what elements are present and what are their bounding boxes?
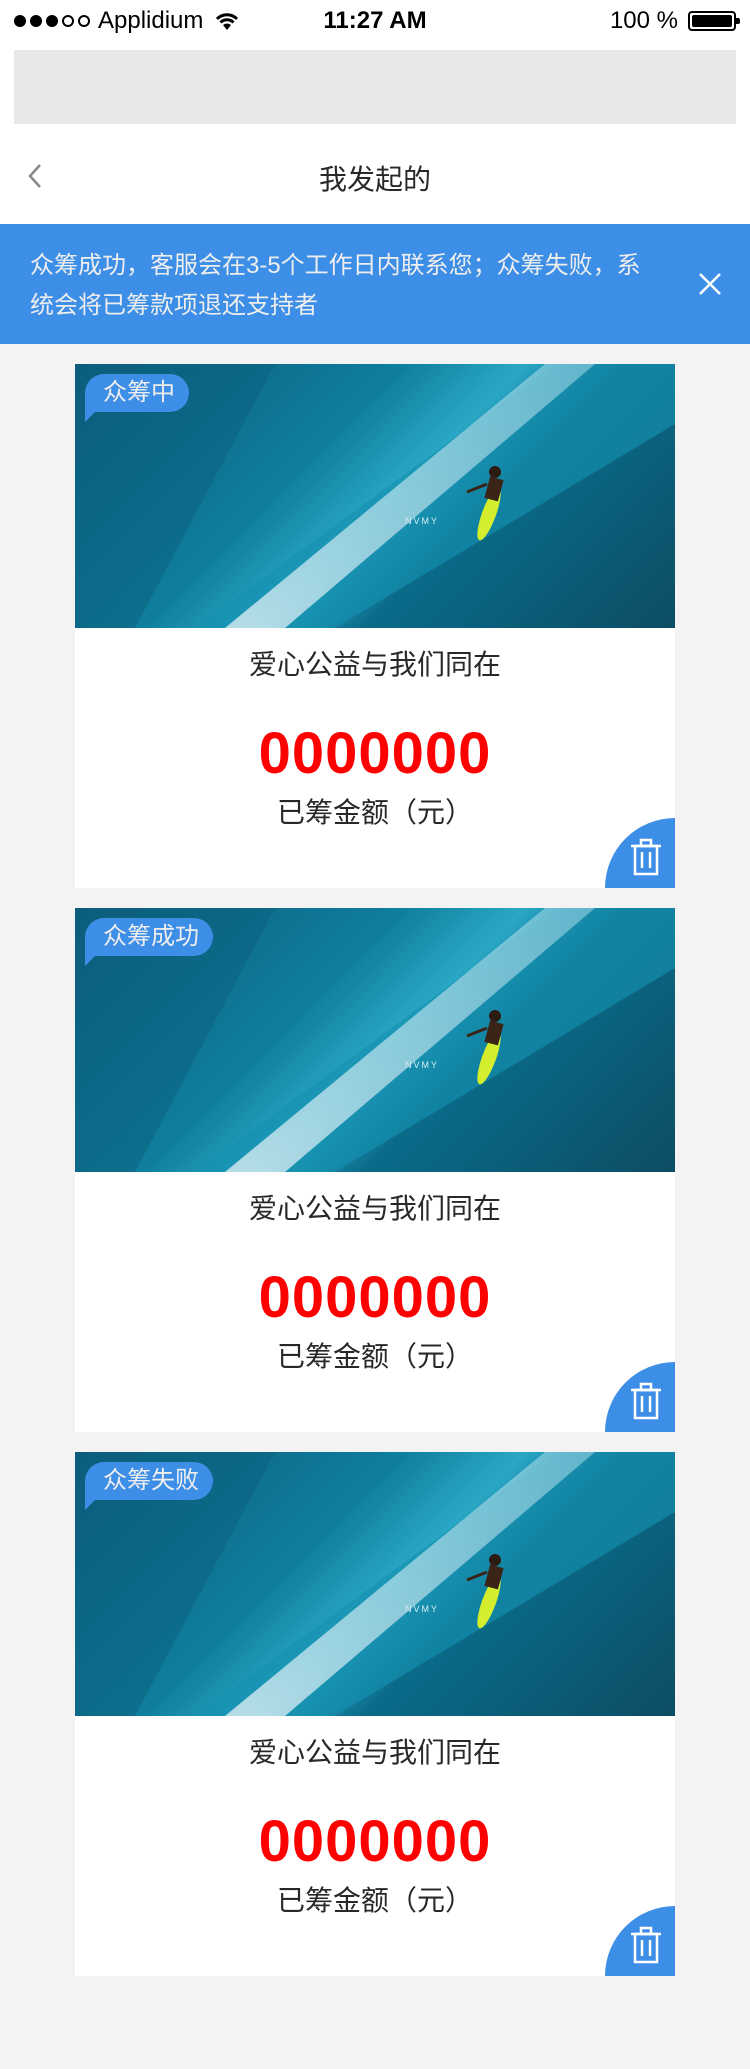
raised-amount-label: 已筹金额（元） <box>276 1341 473 1372</box>
raised-amount: 0000000 <box>258 721 492 786</box>
campaign-card[interactable]: NVMY 众筹成功 爱心公益与我们同在 0000000 已筹金额（元） <box>75 908 675 1432</box>
battery-percentage: 100 % <box>609 7 678 34</box>
close-icon[interactable] <box>698 272 722 296</box>
trash-icon <box>631 838 661 876</box>
header-block <box>0 44 750 128</box>
header-placeholder <box>14 50 736 124</box>
raised-amount-label: 已筹金额（元） <box>276 797 473 828</box>
campaign-title: 爱心公益与我们同在 <box>248 1193 501 1224</box>
status-tag: 众筹中 <box>85 374 189 422</box>
campaign-title: 爱心公益与我们同在 <box>248 649 501 680</box>
campaign-card[interactable]: NVMY 众筹中 爱心公益与我们同在 0000000 已筹金额（元） <box>75 364 675 888</box>
status-right: 100 % <box>609 7 740 35</box>
page-title: 我发起的 <box>318 164 431 195</box>
notice-text: 众筹成功，客服会在3-5个工作日内联系您；众筹失败，系统会将已筹款项退还支持者 <box>30 252 641 319</box>
nav-bar: 我发起的 <box>0 128 750 224</box>
svg-text:NVMY: NVMY <box>405 516 439 526</box>
raised-amount: 0000000 <box>258 1809 492 1874</box>
trash-icon <box>631 1926 661 1964</box>
svg-text:NVMY: NVMY <box>405 1604 439 1614</box>
status-tag: 众筹失败 <box>85 1462 213 1510</box>
status-tag: 众筹成功 <box>85 918 213 966</box>
battery-icon <box>688 11 740 31</box>
campaign-card[interactable]: NVMY 众筹失败 爱心公益与我们同在 0000000 已筹金额（元） <box>75 1452 675 1976</box>
raised-amount: 0000000 <box>258 1265 492 1330</box>
campaign-image: NVMY 众筹失败 <box>75 1452 675 1716</box>
campaign-image: NVMY 众筹成功 <box>75 908 675 1172</box>
trash-icon <box>631 1382 661 1420</box>
raised-amount-label: 已筹金额（元） <box>276 1885 473 1916</box>
campaign-title: 爱心公益与我们同在 <box>248 1737 501 1768</box>
svg-text:NVMY: NVMY <box>405 1060 439 1070</box>
status-bar: Applidium 11:27 AM 100 % <box>0 0 750 44</box>
notice-banner: 众筹成功，客服会在3-5个工作日内联系您；众筹失败，系统会将已筹款项退还支持者 <box>0 224 750 344</box>
campaign-image: NVMY 众筹中 <box>75 364 675 628</box>
